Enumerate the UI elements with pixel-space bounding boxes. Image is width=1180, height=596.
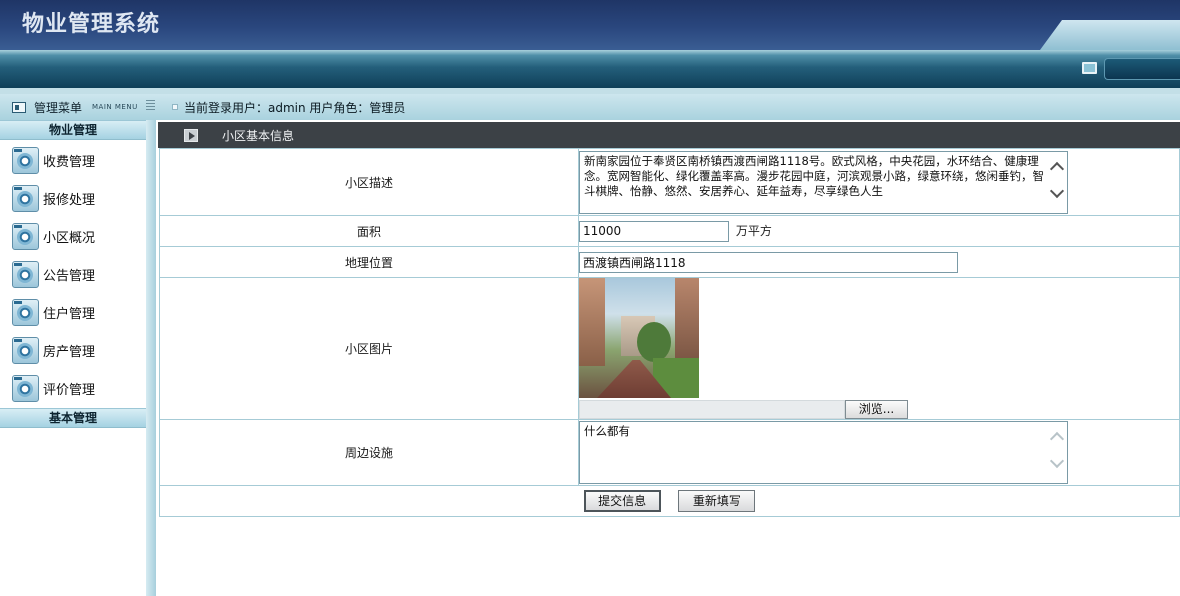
top-banner: 物业管理系统 [0, 0, 1180, 50]
gear-icon [12, 298, 39, 326]
sidebar-item-overview[interactable]: 小区概况 [0, 217, 146, 255]
chevron-up-icon[interactable] [1049, 431, 1065, 447]
sidebar-item-label: 小区概况 [43, 230, 96, 246]
picture-label: 小区图片 [159, 277, 579, 420]
sidebar-item-label: 公告管理 [43, 268, 96, 284]
current-user-text: 当前登录用户：admin 用户角色：管理员 [184, 100, 406, 115]
facilities-textarea[interactable]: 什么都有 [579, 421, 1068, 484]
facilities-text: 什么都有 [584, 424, 630, 438]
community-form: 小区描述 新南家园位于奉贤区南桥镇西渡西闸路1118号。欧式风格，中央花园，水环… [159, 148, 1180, 517]
form-row-facilities: 周边设施 什么都有 [159, 419, 1180, 486]
reset-button[interactable]: 重新填写 [678, 490, 756, 512]
file-upload: 浏览... [579, 400, 1179, 419]
area-unit: 万平方 [735, 224, 772, 238]
section-title: 小区基本信息 [222, 128, 295, 143]
gear-icon [12, 336, 39, 364]
description-text: 新南家园位于奉贤区南桥镇西渡西闸路1118号。欧式风格，中央花园，水环结合、健康… [584, 153, 1044, 198]
facilities-label: 周边设施 [159, 419, 579, 486]
area-input[interactable] [579, 220, 729, 242]
location-input[interactable] [579, 251, 958, 273]
form-row-area: 面积 万平方 [159, 215, 1180, 247]
form-row-picture: 小区图片 浏览... [159, 277, 1180, 420]
sidebar-item-label: 住户管理 [43, 306, 96, 322]
sidebar-item-repairs[interactable]: 报修处理 [0, 179, 146, 217]
gear-icon [12, 222, 39, 250]
form-row-description: 小区描述 新南家园位于奉贤区南桥镇西渡西闸路1118号。欧式风格，中央花园，水环… [159, 148, 1180, 216]
form-row-location: 地理位置 [159, 246, 1180, 278]
form-row-buttons: 提交信息 重新填写 [159, 485, 1180, 517]
facilities-scrollbar[interactable] [1049, 426, 1065, 480]
location-label: 地理位置 [159, 246, 579, 278]
sidebar-item-label: 报修处理 [43, 192, 96, 208]
toolbar-band [0, 50, 1180, 88]
sidebar-item-label: 房产管理 [43, 344, 96, 360]
gear-icon [12, 260, 39, 288]
user-bar: 当前登录用户：admin 用户角色：管理员 [156, 94, 1180, 120]
monitor-icon[interactable] [1082, 62, 1097, 74]
main-content: 小区基本信息 小区描述 新南家园位于奉贤区南桥镇西渡西闸路1118号。欧式风格，… [156, 120, 1180, 596]
sidebar: 管理菜单 MAIN MENU 物业管理 收费管理 报修处理 小区概况 公告管理 … [0, 94, 156, 596]
chevron-down-icon[interactable] [1049, 453, 1065, 469]
file-path-field[interactable] [579, 400, 845, 419]
community-photo [579, 278, 699, 398]
gear-icon [12, 146, 39, 174]
sidebar-item-label: 评价管理 [43, 382, 96, 398]
group-title-basic[interactable]: 基本管理 [0, 408, 146, 428]
description-textarea[interactable]: 新南家园位于奉贤区南桥镇西渡西闸路1118号。欧式风格，中央花园，水环结合、健康… [579, 150, 1068, 214]
menu-sub-label: MAIN MENU [92, 103, 138, 111]
chevron-down-icon[interactable] [1049, 183, 1065, 198]
bullet-icon [172, 104, 178, 110]
sidebar-item-notices[interactable]: 公告管理 [0, 255, 146, 293]
menu-header: 管理菜单 MAIN MENU [0, 94, 156, 120]
app-title: 物业管理系统 [22, 11, 161, 37]
menu-label: 管理菜单 [34, 100, 83, 115]
section-header: 小区基本信息 [158, 122, 1180, 148]
sidebar-item-residents[interactable]: 住户管理 [0, 293, 146, 331]
banner-wedge [1040, 20, 1180, 50]
submit-button[interactable]: 提交信息 [583, 490, 661, 512]
menu-icon [12, 101, 26, 113]
sidebar-item-label: 收费管理 [43, 154, 96, 170]
grip-icon[interactable] [146, 100, 155, 110]
play-icon [184, 128, 198, 142]
chevron-up-icon[interactable] [1049, 161, 1065, 176]
gear-icon [12, 374, 39, 402]
toolbar-right-tab[interactable] [1104, 58, 1180, 80]
browse-button[interactable]: 浏览... [845, 400, 908, 419]
sidebar-rail [146, 94, 156, 596]
sidebar-item-reviews[interactable]: 评价管理 [0, 369, 146, 407]
group-title-property[interactable]: 物业管理 [0, 120, 146, 140]
area-label: 面积 [159, 215, 579, 247]
sidebar-item-properties[interactable]: 房产管理 [0, 331, 146, 369]
gear-icon [12, 184, 39, 212]
description-scrollbar[interactable] [1049, 156, 1065, 210]
description-label: 小区描述 [159, 148, 579, 216]
sidebar-item-fees[interactable]: 收费管理 [0, 141, 146, 179]
